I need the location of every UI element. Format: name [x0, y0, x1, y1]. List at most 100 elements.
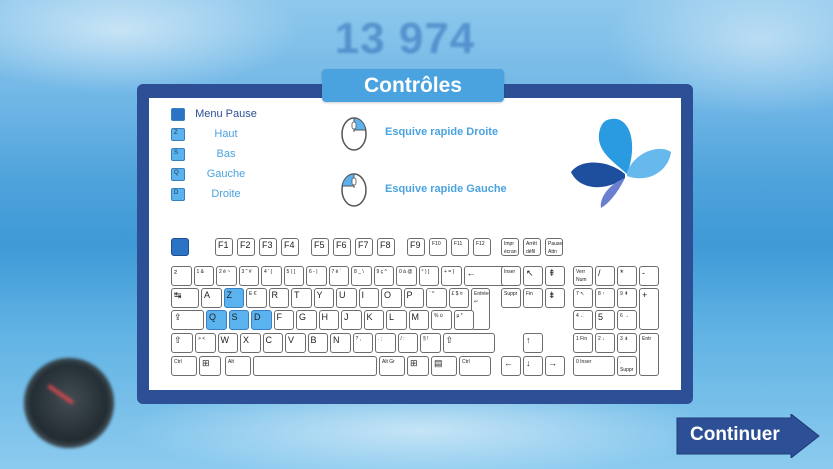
key-label: F5 — [314, 240, 325, 250]
key-label: F9 — [410, 240, 421, 250]
key-label: Inser — [504, 269, 516, 275]
key-label: ↑ — [526, 335, 531, 345]
keyboard-key: ▤ — [431, 356, 457, 376]
key-label: ⇟ — [548, 290, 556, 300]
key-label: 6 → — [620, 313, 630, 319]
keyboard-key: Z — [223, 288, 244, 308]
keyboard-key: ² — [171, 266, 192, 286]
panel-title: Contrôles — [322, 69, 504, 102]
legend-label: Menu Pause — [195, 108, 257, 120]
key-label: H — [321, 312, 329, 322]
keyboard-key: V — [285, 333, 306, 353]
keyboard-key: ⇪ — [171, 310, 204, 330]
keyboard-key: N — [330, 333, 351, 353]
key-label: D — [254, 312, 261, 322]
key-label: ? , — [355, 336, 362, 342]
key-label: 2 ↓ — [598, 336, 605, 342]
keyboard-key — [171, 238, 189, 256]
keyboard-key: ⊞ — [199, 356, 221, 376]
keyboard-key: F10 — [429, 238, 447, 256]
key-label: ← — [466, 268, 476, 278]
keyboard-key: F11 — [451, 238, 469, 256]
keyboard-key: Alt — [225, 356, 251, 376]
key-label: ← — [504, 358, 513, 368]
keyboard-key: H — [318, 310, 339, 330]
key-label: Alt — [228, 359, 234, 365]
key-label: Impr écran Syst — [504, 241, 517, 255]
keyboard-key: B — [307, 333, 328, 353]
keyboard-key: F5 — [311, 238, 329, 256]
keyboard-key: . Suppr — [617, 356, 637, 376]
legend-key: Q — [171, 168, 185, 181]
keyboard-key: . ; — [375, 333, 396, 353]
continue-label[interactable]: Continuer — [690, 424, 780, 446]
key-label: B — [310, 335, 317, 345]
key-label: F7 — [358, 240, 369, 250]
keyboard-key: Inser — [501, 266, 521, 286]
legend-key: D — [171, 188, 185, 201]
key-label: F — [276, 312, 283, 322]
keyboard-key: § ! — [420, 333, 441, 353]
key-label: O — [384, 290, 392, 300]
keyboard-key: 0 à @ — [396, 266, 417, 286]
keyboard-key: Pause Attn — [545, 238, 563, 256]
key-label: 1 Fin — [576, 336, 588, 342]
keyboard-key: Arrêt défil — [523, 238, 541, 256]
mouse-left-click-icon — [341, 173, 367, 207]
key-label: 2 é ~ — [219, 269, 231, 275]
key-label: J — [344, 312, 349, 322]
keyboard-key: F2 — [237, 238, 255, 256]
key-label: → — [548, 358, 557, 368]
key-label: F12 — [476, 241, 485, 247]
keyboard-key: 0 Inser — [573, 356, 615, 376]
keyboard-key: ¨ ^ — [426, 288, 447, 308]
key-label: Alt Gr — [382, 359, 395, 365]
key-label: ⇧ — [445, 335, 454, 345]
keyboard-key: T — [291, 288, 312, 308]
legend-key-pause — [171, 108, 185, 121]
keyboard-key: A — [201, 288, 222, 308]
key-label: ¨ ^ — [429, 291, 435, 297]
key-label: F11 — [454, 241, 463, 247]
keyboard-key: F7 — [355, 238, 373, 256]
keyboard-key: Suppr — [501, 288, 521, 308]
key-label: 9 ç ^ — [376, 269, 387, 275]
keyboard-key: ° ) ] — [418, 266, 439, 286]
keyboard-key: P — [403, 288, 424, 308]
keyboard-key: 9 ç ^ — [373, 266, 394, 286]
key-label: µ * — [456, 313, 463, 319]
key-label: ▤ — [434, 358, 443, 368]
key-label: ↖ — [526, 268, 534, 278]
keyboard-key: X — [240, 333, 261, 353]
keyboard-key: ← — [501, 356, 521, 376]
keyboard-key: * — [617, 266, 637, 286]
keyboard-key: Ctrl — [459, 356, 491, 376]
key-label: 1 & — [196, 269, 205, 275]
keyboard-key: O — [381, 288, 402, 308]
keyboard-key: 2 é ~ — [216, 266, 237, 286]
keyboard-key: F1 — [215, 238, 233, 256]
key-label: Entrée ↵ — [474, 291, 489, 305]
keyboard-key: 5 ( [ — [283, 266, 304, 286]
keyboard-key: / : — [397, 333, 418, 353]
key-label: ↹ — [174, 290, 182, 300]
key-label: ⇧ — [174, 335, 182, 345]
key-label: Fin — [526, 291, 533, 297]
key-label: C — [265, 335, 273, 345]
keyboard-key: D — [251, 310, 272, 330]
key-label: 5 — [598, 312, 604, 322]
keyboard-key: µ * — [453, 310, 474, 330]
keyboard-key: 9 ⇞ — [617, 288, 637, 308]
mouse-right-click-icon — [341, 117, 367, 151]
key-label: ² — [174, 268, 177, 278]
key-label: * — [620, 268, 624, 278]
key-label: L — [389, 312, 395, 322]
key-label: U — [339, 290, 346, 300]
key-label: V — [288, 335, 295, 345]
keyboard-key: 6 - | — [306, 266, 327, 286]
key-label: F1 — [218, 240, 229, 250]
key-label: A — [204, 290, 211, 300]
key-label: P — [406, 290, 413, 300]
keyboard-key: U — [336, 288, 357, 308]
key-label: ⊞ — [410, 358, 418, 368]
